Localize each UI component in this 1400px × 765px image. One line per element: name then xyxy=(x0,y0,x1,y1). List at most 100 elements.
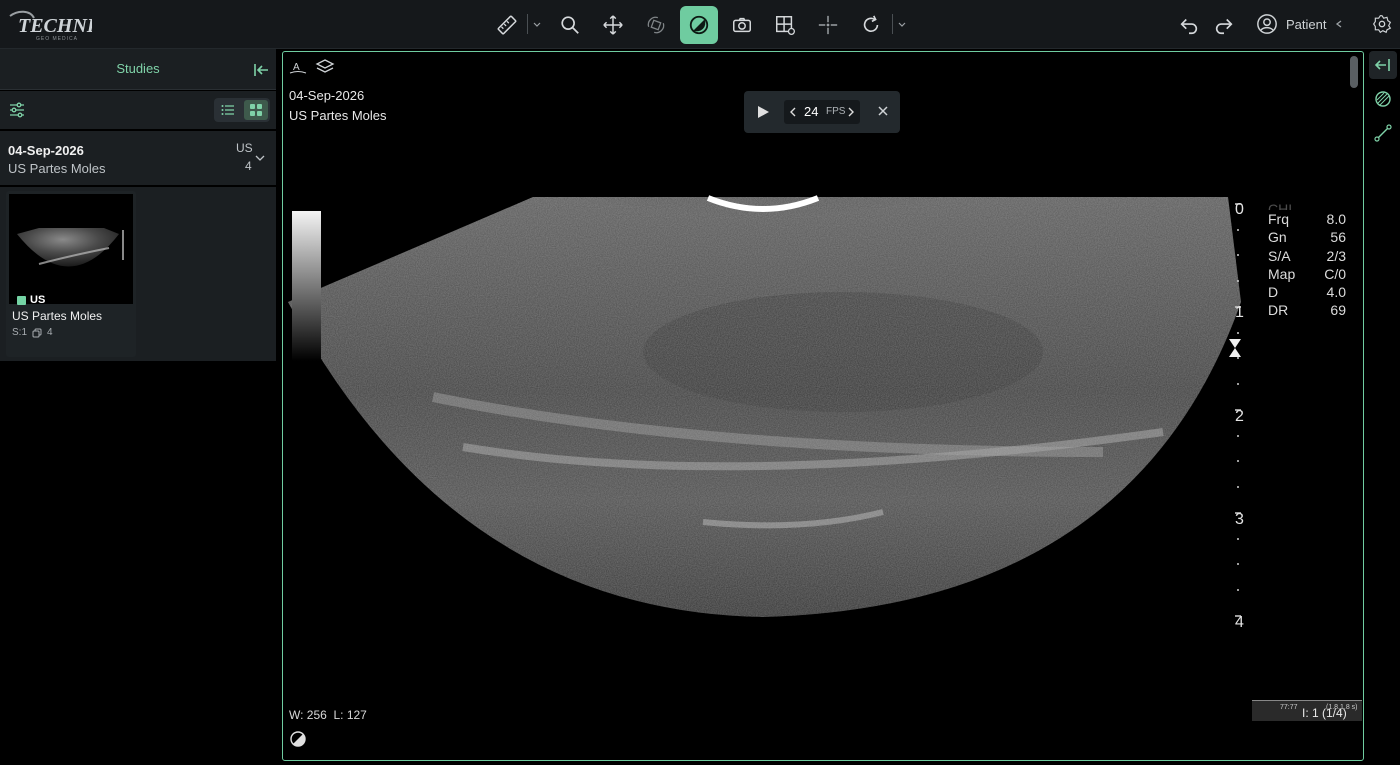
list-view-button[interactable] xyxy=(216,100,240,120)
rotate-cube-icon xyxy=(647,16,665,34)
series-description: US Partes Moles xyxy=(12,309,103,323)
capture-tool-button[interactable] xyxy=(723,6,761,44)
toolbar-separator xyxy=(527,14,528,34)
param-row: S/A 2/3 xyxy=(1268,247,1346,265)
undo-icon xyxy=(1180,18,1198,35)
study-description: US Partes Moles xyxy=(8,161,106,176)
frame-indicator: 77:77 (1.8.1.8 s) I: 1 (1/4) xyxy=(1252,700,1362,721)
chevron-left-icon xyxy=(1336,20,1342,28)
expand-study-button[interactable] xyxy=(254,151,266,163)
camera-icon xyxy=(733,17,751,33)
refresh-icon xyxy=(863,15,879,33)
series-meta: S:1 4 xyxy=(12,327,53,338)
depth-label: 4 xyxy=(1235,614,1244,631)
hatched-circle-icon xyxy=(1375,91,1391,107)
study-instance-count: 4 xyxy=(245,159,252,173)
sidebar-title: Studies xyxy=(116,61,160,76)
sliders-icon xyxy=(10,102,24,118)
study-list-item[interactable]: 04-Sep-2026 US Partes Moles US 4 xyxy=(0,131,276,185)
grid-icon xyxy=(250,104,262,116)
magnifier-icon xyxy=(561,16,579,34)
play-icon xyxy=(758,106,769,118)
contrast-icon xyxy=(689,15,709,35)
acquisition-parameters: CHI Frq 8.0 Gn 56 S/A 2/3 Map C/0 D 4.0 DR 69 xyxy=(1268,200,1346,320)
param-label: Gn xyxy=(1268,229,1287,246)
grid-view-button[interactable] xyxy=(244,100,268,120)
collapse-panel-button[interactable] xyxy=(1369,51,1397,79)
crosshair-tool-button[interactable] xyxy=(809,6,847,44)
user-circle-icon xyxy=(1257,14,1277,34)
rotate-tool-button[interactable] xyxy=(637,6,675,44)
series-thumbnail-card[interactable]: US US Partes Moles S:1 4 xyxy=(6,191,136,357)
param-label: CHI xyxy=(1268,201,1293,210)
fps-increase-icon[interactable] xyxy=(846,106,856,118)
chevron-down-icon xyxy=(255,155,265,161)
close-cine-button[interactable] xyxy=(876,104,890,118)
ultrasound-image xyxy=(288,195,1241,617)
layout-tool-button[interactable] xyxy=(766,6,804,44)
collapse-sidebar-button[interactable] xyxy=(252,61,270,79)
view-mode-toggle xyxy=(214,98,270,122)
svg-text:GEO MEDICA: GEO MEDICA xyxy=(36,36,78,42)
patient-panel-toggle[interactable]: Patient xyxy=(1256,12,1344,36)
play-button[interactable] xyxy=(754,103,772,121)
modality-color-swatch xyxy=(17,295,26,305)
depth-label: 0 xyxy=(1235,201,1244,218)
fps-control: 24 FPS xyxy=(784,100,860,124)
collapse-left-icon xyxy=(254,64,268,76)
series-thumbnail: US xyxy=(9,194,133,306)
filter-button[interactable] xyxy=(8,101,26,119)
layers-icon[interactable] xyxy=(315,58,335,76)
study-date: 04-Sep-2026 xyxy=(8,143,84,158)
series-instance-count: 4 xyxy=(47,327,53,338)
viewport-scrollbar[interactable] xyxy=(1350,56,1358,88)
invert-toggle[interactable] xyxy=(289,730,307,748)
image-viewport[interactable]: A 04-Sep-2026 US Partes Moles 24 FPS CHI… xyxy=(282,51,1364,761)
param-value: 69 xyxy=(1330,302,1346,319)
line-tool-button[interactable] xyxy=(1369,119,1397,147)
measure-menu-chevron[interactable] xyxy=(530,15,544,35)
reset-tool-button[interactable] xyxy=(852,6,890,44)
app-logo: TECHNIK GEO MEDICA xyxy=(8,8,110,42)
param-label: D xyxy=(1268,284,1279,301)
focus-marker-icon xyxy=(1229,339,1241,357)
viewport-study-date: 04-Sep-2026 xyxy=(289,88,365,103)
window-level-tool-button[interactable] xyxy=(680,6,718,44)
cine-controls: 24 FPS xyxy=(744,91,900,133)
study-modality: US xyxy=(236,141,253,155)
sidebar-toolbar xyxy=(0,91,276,129)
svg-text:TECHNIK: TECHNIK xyxy=(18,15,92,37)
line-segment-icon xyxy=(1374,124,1392,142)
patient-label: Patient xyxy=(1286,16,1327,32)
window-level-value: L: 127 xyxy=(333,708,367,722)
sidebar-header: Studies xyxy=(0,49,276,90)
fps-decrease-icon[interactable] xyxy=(788,106,798,118)
series-modality: US xyxy=(30,294,46,306)
contrast-icon xyxy=(290,731,306,747)
param-value: 8.0 xyxy=(1326,211,1346,227)
pan-tool-button[interactable] xyxy=(594,6,632,44)
param-value: 4.0 xyxy=(1326,284,1346,301)
redo-button[interactable] xyxy=(1205,6,1243,44)
param-label: DR xyxy=(1268,302,1289,319)
window-level-readout: W: 256 L: 127 xyxy=(289,708,367,722)
collapse-right-icon xyxy=(1374,59,1390,71)
param-row: Map C/0 xyxy=(1268,265,1346,283)
settings-button[interactable] xyxy=(1368,10,1396,38)
close-icon xyxy=(878,106,888,116)
param-value: 56 xyxy=(1330,229,1346,246)
param-value: C/0 xyxy=(1324,265,1346,282)
crosshair-icon xyxy=(818,15,838,35)
undo-button[interactable] xyxy=(1170,6,1208,44)
right-tool-rail xyxy=(1366,49,1400,765)
zoom-tool-button[interactable] xyxy=(551,6,589,44)
reset-menu-chevron[interactable] xyxy=(895,15,909,35)
annotation-toggle-icon[interactable]: A xyxy=(289,58,307,76)
frame-index: I: 1 (1/4) xyxy=(1302,706,1347,720)
measure-tool-button[interactable] xyxy=(488,6,526,44)
fps-unit-label: FPS xyxy=(826,106,846,117)
window-width-value: W: 256 xyxy=(289,708,327,722)
series-number: S:1 xyxy=(12,327,28,338)
studies-sidebar: Studies 04-Sep-2026 US Partes Moles US 4 xyxy=(0,49,276,765)
segmentation-tool-button[interactable] xyxy=(1369,85,1397,113)
